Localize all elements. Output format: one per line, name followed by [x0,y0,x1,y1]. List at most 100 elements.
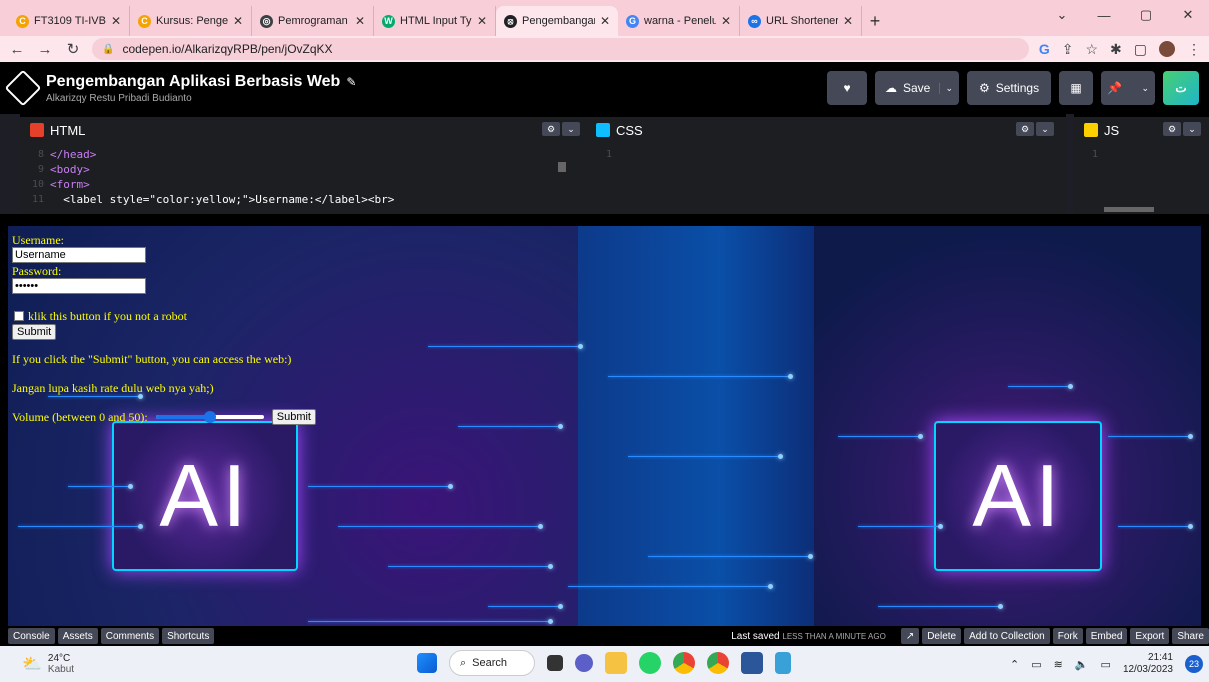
google-icon[interactable]: G [1039,41,1050,57]
close-icon[interactable]: ✕ [477,14,487,28]
reload-icon[interactable]: ↻ [64,40,82,58]
word-icon[interactable] [741,652,763,674]
chevron-down-icon[interactable]: ⌄ [1141,83,1149,94]
bottom-assets-button[interactable]: Assets [57,628,98,644]
close-icon[interactable]: ✕ [600,14,610,28]
extensions-icon[interactable]: ✱ [1110,41,1122,58]
action-export-button[interactable]: Export [1130,628,1170,644]
user-avatar[interactable]: ت [1163,71,1199,105]
browser-tab[interactable]: C Kursus: Pengembangan ✕ [130,6,252,36]
browser-tab[interactable]: ⦻ Pengembangan Aplik ✕ [496,6,618,36]
scrollbar-thumb[interactable] [558,162,566,172]
sidepanel-icon[interactable]: ▢ [1134,41,1147,58]
gear-icon[interactable]: ⚙ [1016,122,1034,136]
gear-icon[interactable]: ⚙ [542,122,560,136]
windows-start-icon[interactable] [417,653,437,673]
url-field[interactable]: 🔒 codepen.io/AlkarizqyRPB/pen/jOvZqKX [92,38,1029,60]
chrome-icon[interactable] [673,652,695,674]
css-tab-label[interactable]: CSS [616,123,643,138]
bottom-console-button[interactable]: Console [8,628,55,644]
action-fork-button[interactable]: Fork [1052,628,1083,644]
circuit-node [548,564,553,569]
chevron-up-icon[interactable]: ⌃ [1010,658,1019,671]
pin-button[interactable]: 📌 ⌄ [1101,71,1155,105]
html-code[interactable]: 8 </head> 9 <body> 10 <form> 11 <label style="… [20,143,588,214]
clock[interactable]: 21:41 12/03/2023 [1123,652,1173,676]
file-explorer-icon[interactable] [605,652,627,674]
whatsapp-icon[interactable] [639,652,661,674]
back-icon[interactable]: ← [8,41,26,58]
edit-pencil-icon[interactable]: ✎ [346,75,356,89]
share-icon[interactable]: ⇪ [1062,41,1074,58]
gear-icon[interactable]: ⚙ [1163,122,1181,136]
html-editor[interactable]: HTML ⚙ ⌄ 8 </head> 9 <body> 10 <form> 11 <labe… [20,114,588,214]
submit-button[interactable]: Submit [12,324,57,340]
open-external-icon[interactable]: ↗ [900,628,920,644]
chrome-profile-icon[interactable] [707,652,729,674]
tab-favicon-icon: ∞ [748,14,761,28]
css-code[interactable]: 1 [588,143,1066,214]
bottom-shortcuts-button[interactable]: Shortcuts [162,628,215,644]
save-button[interactable]: ☁ Save ⌄ [875,71,959,105]
volume-thumb[interactable] [203,411,216,423]
settings-button[interactable]: ⚙ Settings [967,71,1051,105]
html-tab-label[interactable]: HTML [50,123,85,138]
action-add-to-collection-button[interactable]: Add to Collection [964,628,1050,644]
action-share-button[interactable]: Share [1172,628,1209,644]
robot-checkbox[interactable] [14,311,24,321]
username-input[interactable] [12,247,146,263]
js-editor[interactable]: JS ⚙ ⌄ 1 [1074,114,1209,214]
browser-tab[interactable]: ◎ Pemrograman web ✕ [252,6,374,36]
weather-widget[interactable]: ⛅ 24°C Kabut [0,653,74,675]
codepen-logo-icon[interactable] [4,69,42,107]
minimize-icon[interactable]: — [1083,0,1125,30]
close-icon[interactable]: ✕ [843,14,853,28]
chat-icon[interactable] [575,654,593,672]
notepad-icon[interactable] [775,652,791,674]
heart-button[interactable]: ♥ [827,71,867,105]
notification-badge[interactable]: 23 [1185,655,1203,673]
tab-search-icon[interactable]: ⌄ [1041,0,1083,30]
chevron-down-icon[interactable]: ⌄ [562,122,580,136]
circuit-trace [68,486,128,487]
pane-resizer[interactable] [0,214,1209,226]
close-icon[interactable]: ✕ [233,14,243,28]
browser-tab[interactable]: W HTML Input Types ✕ [374,6,496,36]
chevron-down-icon[interactable]: ⌄ [1183,122,1201,136]
keyboard-icon[interactable]: ▭ [1031,658,1041,671]
js-tab-label[interactable]: JS [1104,123,1119,138]
maximize-icon[interactable]: ▢ [1125,0,1167,30]
close-icon[interactable]: ✕ [355,14,365,28]
menu-icon[interactable]: ⋮ [1187,41,1201,58]
action-delete-button[interactable]: Delete [922,628,962,644]
css-editor-header: CSS [588,117,1066,143]
close-icon[interactable]: ✕ [111,14,121,28]
chevron-down-icon[interactable]: ⌄ [939,82,953,94]
bottom-comments-button[interactable]: Comments [100,628,160,644]
forward-icon[interactable]: → [36,41,54,58]
browser-tab[interactable]: Gwarna - Penelusuran G ✕ [618,6,740,36]
profile-avatar[interactable] [1159,41,1175,57]
pen-title[interactable]: Pengembangan Aplikasi Berbasis Web [46,73,340,91]
volume-submit-button[interactable]: Submit [271,409,316,425]
close-window-icon[interactable]: ✕ [1167,0,1209,30]
pen-author[interactable]: Alkarizqy Restu Pribadi Budianto [46,93,356,104]
new-tab-button[interactable]: + [862,6,888,36]
volume-slider[interactable] [155,411,264,423]
password-input[interactable] [12,278,146,294]
close-icon[interactable]: ✕ [721,14,731,28]
browser-tab[interactable]: ∞ URL Shortener Free ✕ [740,6,862,36]
action-embed-button[interactable]: Embed [1085,628,1128,644]
browser-tab[interactable]: C FT3109 TI-IVB (PABWEB ✕ [8,6,130,36]
battery-icon[interactable]: ▭ [1101,658,1111,671]
task-view-icon[interactable] [547,655,563,671]
volume-icon[interactable]: 🔈 [1075,658,1089,671]
taskbar-search[interactable]: ⌕ Search [449,650,535,676]
wifi-icon[interactable]: ≋ [1054,658,1063,671]
horizontal-scrollbar[interactable] [1104,207,1154,212]
layout-button[interactable]: ▦ [1059,71,1093,105]
js-code[interactable]: 1 [1074,143,1209,214]
css-editor[interactable]: CSS ⚙ ⌄ 1 [588,114,1066,214]
bookmark-star-icon[interactable]: ☆ [1085,41,1098,58]
chevron-down-icon[interactable]: ⌄ [1036,122,1054,136]
